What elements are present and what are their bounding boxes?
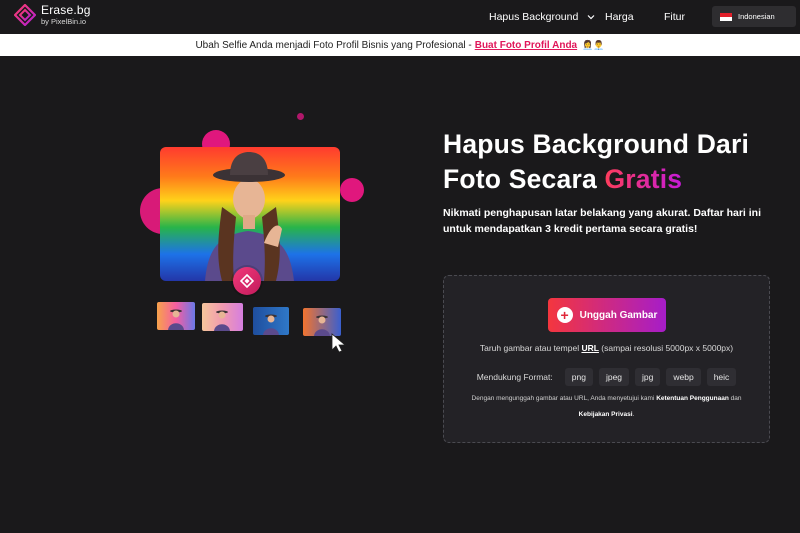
- nav-label: Harga: [605, 11, 634, 23]
- headline-line-2: Foto Secara Gratis: [443, 162, 783, 197]
- nav-label: Hapus Background: [489, 11, 579, 23]
- profile-emoji-icons: 👩‍💼👨‍💼: [582, 39, 605, 50]
- headline-line-2-text: Foto Secara: [443, 164, 605, 194]
- erase-bg-badge-icon: [233, 267, 261, 295]
- nav-item-hapus-background[interactable]: Hapus Background: [489, 0, 596, 34]
- format-chip-heic: heic: [706, 368, 737, 386]
- chevron-down-icon: [587, 15, 595, 20]
- format-chip-jpg: jpg: [635, 368, 661, 386]
- upload-dropzone[interactable]: + Unggah Gambar Taruh gambar atau tempel…: [443, 275, 770, 443]
- sample-thumbnail[interactable]: [253, 307, 289, 335]
- hero-headline: Hapus Background Dari Foto Secara Gratis: [443, 127, 783, 197]
- announcement-bar: Ubah Selfie Anda menjadi Foto Profil Bis…: [0, 34, 800, 56]
- headline-line-1: Hapus Background Dari: [443, 129, 750, 159]
- hero-subtitle: Nikmati penghapusan latar belakang yang …: [443, 207, 762, 235]
- mouse-cursor-icon: [331, 333, 347, 353]
- sample-thumbnail[interactable]: [157, 302, 195, 330]
- sample-thumbnail[interactable]: [202, 303, 243, 331]
- formats-label: Mendukung Format:: [476, 372, 553, 382]
- paste-url-link[interactable]: URL: [581, 343, 598, 353]
- brand-subtitle: by PixelBin.io: [41, 17, 87, 27]
- woman-with-hat-illustration: [205, 152, 294, 281]
- brand-title: Erase.bg: [41, 3, 91, 18]
- language-label: Indonesian: [738, 12, 775, 21]
- headline-accent: Gratis: [604, 164, 683, 194]
- upload-button-label: Unggah Gambar: [579, 309, 658, 321]
- format-chip-png: png: [564, 368, 593, 386]
- erase-bg-logo-icon: [14, 4, 36, 26]
- announcement-text: Ubah Selfie Anda menjadi Foto Profil Bis…: [195, 39, 472, 51]
- drop-instructions: Taruh gambar atau tempel URL (sampai res…: [479, 343, 734, 353]
- top-navigation-bar: Erase.bg by PixelBin.io Hapus Background…: [0, 0, 800, 34]
- decorative-dot: [297, 113, 304, 120]
- indonesia-flag-icon: [720, 12, 732, 21]
- hero-sample-photo: [160, 147, 340, 281]
- brand-logo[interactable]: Erase.bg by PixelBin.io: [14, 4, 91, 26]
- nav-item-harga[interactable]: Harga: [605, 0, 634, 34]
- plus-icon: +: [556, 307, 573, 323]
- format-chip-webp: webp: [666, 368, 701, 386]
- language-selector[interactable]: Indonesian: [712, 6, 796, 27]
- nav-item-fitur[interactable]: Fitur: [664, 0, 685, 34]
- sample-thumbnail[interactable]: [303, 308, 341, 336]
- decorative-dot: [340, 178, 364, 202]
- privacy-policy-link[interactable]: Kebijakan Privasi: [579, 411, 633, 418]
- terms-of-use-link[interactable]: Ketentuan Penggunaan: [656, 395, 729, 402]
- nav-label: Fitur: [664, 11, 685, 23]
- format-chip-jpeg: jpeg: [598, 368, 630, 386]
- terms-notice: Dengan mengunggah gambar atau URL, Anda …: [471, 395, 742, 418]
- upload-image-button[interactable]: + Unggah Gambar: [548, 298, 666, 332]
- supported-formats: Mendukung Format: png jpeg jpg webp heic: [444, 368, 769, 386]
- create-profile-photo-link[interactable]: Buat Foto Profil Anda: [475, 40, 577, 51]
